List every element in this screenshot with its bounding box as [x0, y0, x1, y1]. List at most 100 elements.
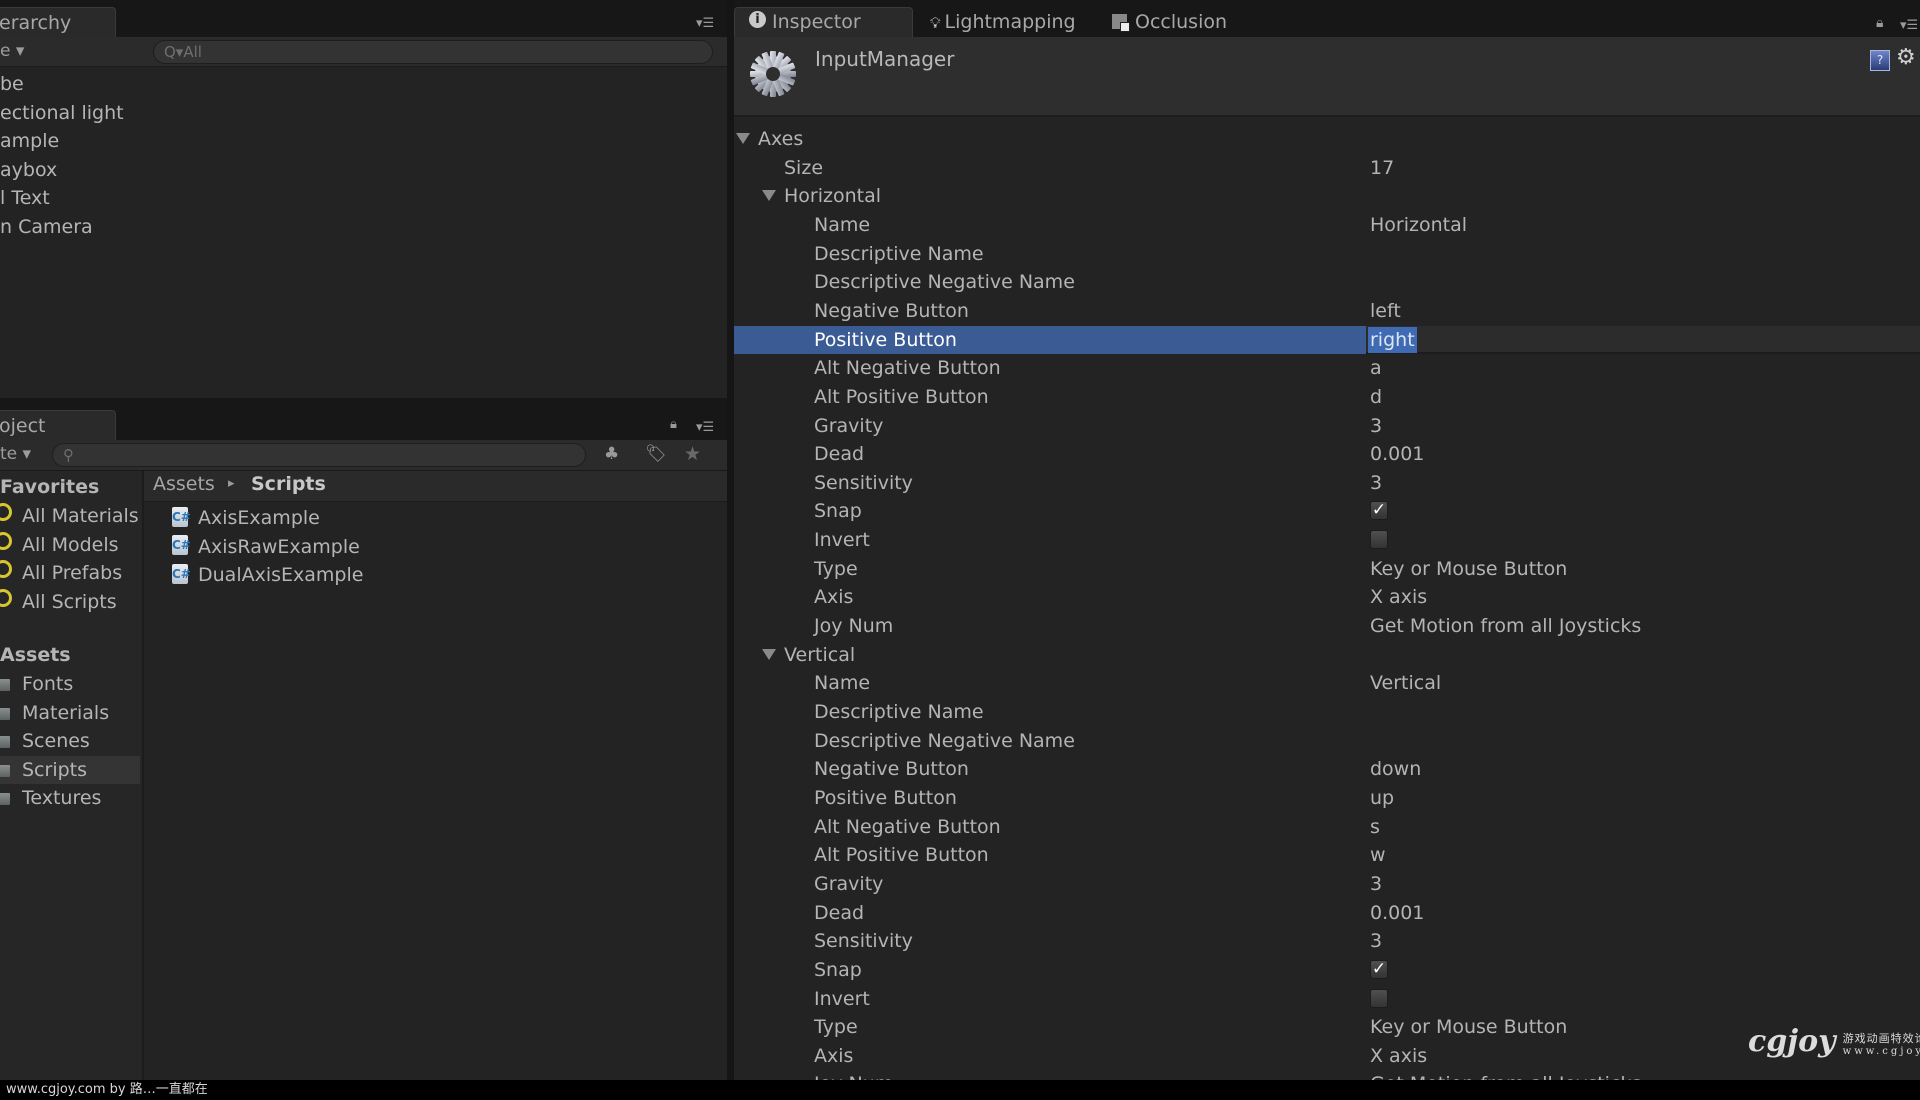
filter-by-type-icon[interactable]: ♣: [604, 444, 619, 464]
folder-item[interactable]: Scripts: [0, 755, 140, 784]
hierarchy-search-input[interactable]: Q▾All: [153, 40, 713, 64]
asset-file-item[interactable]: C# AxisRawExample: [172, 533, 360, 561]
hierarchy-item[interactable]: ample: [0, 127, 59, 155]
property-row[interactable]: Sensitivity 3: [734, 469, 1920, 497]
column-splitter[interactable]: [727, 0, 734, 1080]
property-value[interactable]: X axis: [1370, 1042, 1427, 1070]
property-value[interactable]: up: [1370, 784, 1394, 812]
property-row[interactable]: Invert: [734, 985, 1920, 1013]
panel-menu-icon[interactable]: ▾☰: [696, 420, 714, 435]
property-row[interactable]: Alt Positive Button w: [734, 841, 1920, 869]
property-row[interactable]: Snap ✓: [734, 497, 1920, 525]
property-value[interactable]: 3: [1370, 412, 1382, 440]
property-row[interactable]: Invert: [734, 526, 1920, 554]
hierarchy-item[interactable]: be: [0, 70, 24, 98]
property-value[interactable]: 3: [1370, 927, 1382, 955]
property-value[interactable]: a: [1370, 354, 1382, 382]
hierarchy-item[interactable]: n Camera: [0, 213, 93, 241]
hierarchy-item[interactable]: l Text: [0, 184, 50, 212]
property-row[interactable]: Dead 0.001: [734, 899, 1920, 927]
checkbox-unchecked[interactable]: [1370, 988, 1388, 1008]
tab-occlusion[interactable]: Occlusion: [1112, 0, 1227, 37]
lock-icon[interactable]: 🔒︎: [670, 417, 677, 432]
foldout-arrow-icon[interactable]: [762, 648, 776, 660]
filter-by-label-icon[interactable]: 🏷︎: [645, 444, 667, 464]
checkbox-checked[interactable]: ✓: [1370, 501, 1388, 521]
folder-item[interactable]: Fonts: [0, 670, 73, 698]
property-row[interactable]: Sensitivity 3: [734, 927, 1920, 955]
property-row[interactable]: Descriptive Negative Name: [734, 268, 1920, 296]
property-row[interactable]: Joy Num Get Motion from all Joysticks: [734, 612, 1920, 640]
property-value[interactable]: d: [1370, 383, 1382, 411]
property-row[interactable]: Snap ✓: [734, 956, 1920, 984]
hierarchy-tab[interactable]: erarchy: [0, 7, 116, 37]
property-row[interactable]: Descriptive Name: [734, 698, 1920, 726]
property-row[interactable]: Gravity 3: [734, 412, 1920, 440]
property-value[interactable]: 3: [1370, 870, 1382, 898]
checkbox-unchecked[interactable]: [1370, 530, 1388, 550]
property-row[interactable]: Positive Button right: [734, 325, 1920, 354]
asset-file-item[interactable]: C# DualAxisExample: [172, 561, 363, 589]
property-value[interactable]: 17: [1370, 154, 1394, 182]
hierarchy-item[interactable]: ectional light: [0, 99, 124, 127]
property-row[interactable]: Alt Negative Button s: [734, 813, 1920, 841]
settings-gear-icon[interactable]: ⚙: [1896, 45, 1916, 70]
property-row[interactable]: Alt Positive Button d: [734, 383, 1920, 411]
create-dropdown[interactable]: te ▾: [0, 444, 31, 464]
folder-item[interactable]: Materials: [0, 699, 109, 727]
property-row[interactable]: Descriptive Name: [734, 240, 1920, 268]
foldout-arrow-icon[interactable]: [736, 133, 750, 144]
hierarchy-item[interactable]: aybox: [0, 156, 57, 184]
property-value[interactable]: w: [1370, 841, 1386, 869]
favorite-item[interactable]: All Scripts: [0, 588, 117, 616]
folder-item[interactable]: Scenes: [0, 727, 90, 755]
foldout-row[interactable]: Axes: [734, 125, 1920, 153]
property-value[interactable]: X axis: [1370, 583, 1427, 611]
property-row[interactable]: Type Key or Mouse Button: [734, 555, 1920, 583]
favorite-item[interactable]: All Materials: [0, 502, 139, 530]
property-row[interactable]: Type Key or Mouse Button: [734, 1013, 1920, 1041]
property-value[interactable]: Vertical: [1370, 669, 1441, 697]
property-value[interactable]: down: [1370, 755, 1421, 783]
property-value[interactable]: 3: [1370, 469, 1382, 497]
property-value[interactable]: Get Motion from all Joysticks: [1370, 612, 1641, 640]
favorite-star-icon[interactable]: ★: [684, 443, 701, 465]
tab-inspector[interactable]: i Inspector: [749, 0, 861, 37]
property-row[interactable]: Axis X axis: [734, 583, 1920, 611]
favorite-item[interactable]: All Models: [0, 531, 119, 559]
property-value[interactable]: 0.001: [1370, 899, 1424, 927]
panel-menu-icon[interactable]: ▾☰: [696, 16, 714, 31]
folder-item[interactable]: Textures: [0, 784, 101, 812]
project-tab[interactable]: oject: [0, 410, 116, 440]
breadcrumb-root[interactable]: Assets: [153, 473, 215, 495]
property-value[interactable]: 0.001: [1370, 440, 1424, 468]
property-row[interactable]: Name Horizontal: [734, 211, 1920, 239]
property-row[interactable]: Name Vertical: [734, 669, 1920, 697]
text-field[interactable]: [1366, 325, 1920, 354]
breadcrumb-current[interactable]: Scripts: [251, 473, 326, 495]
property-row[interactable]: Positive Button up: [734, 784, 1920, 812]
foldout-row[interactable]: Horizontal: [734, 182, 1920, 210]
help-icon[interactable]: ?: [1870, 50, 1890, 71]
project-search-input[interactable]: ⚲: [52, 443, 586, 467]
property-value[interactable]: left: [1370, 297, 1401, 325]
property-value[interactable]: Horizontal: [1370, 211, 1467, 239]
foldout-arrow-icon[interactable]: [762, 190, 776, 202]
property-value[interactable]: right: [1368, 326, 1417, 353]
create-dropdown[interactable]: e ▾: [0, 41, 24, 61]
property-row[interactable]: Axis X axis: [734, 1042, 1920, 1070]
property-row[interactable]: Dead 0.001: [734, 440, 1920, 468]
asset-file-item[interactable]: C# AxisExample: [172, 504, 320, 532]
panel-menu-icon[interactable]: ▾☰: [1900, 18, 1918, 33]
property-value[interactable]: Key or Mouse Button: [1370, 1013, 1567, 1041]
checkbox-checked[interactable]: ✓: [1370, 959, 1388, 979]
property-value[interactable]: s: [1370, 813, 1380, 841]
property-value[interactable]: Key or Mouse Button: [1370, 555, 1567, 583]
tab-lightmapping[interactable]: 💡︎ Lightmapping: [930, 0, 1076, 37]
favorite-item[interactable]: All Prefabs: [0, 559, 122, 587]
foldout-row[interactable]: Vertical: [734, 641, 1920, 669]
lock-icon[interactable]: 🔒︎: [1876, 15, 1883, 31]
property-row[interactable]: Size 17: [734, 154, 1920, 182]
property-row[interactable]: Alt Negative Button a: [734, 354, 1920, 382]
property-row[interactable]: Descriptive Negative Name: [734, 727, 1920, 755]
